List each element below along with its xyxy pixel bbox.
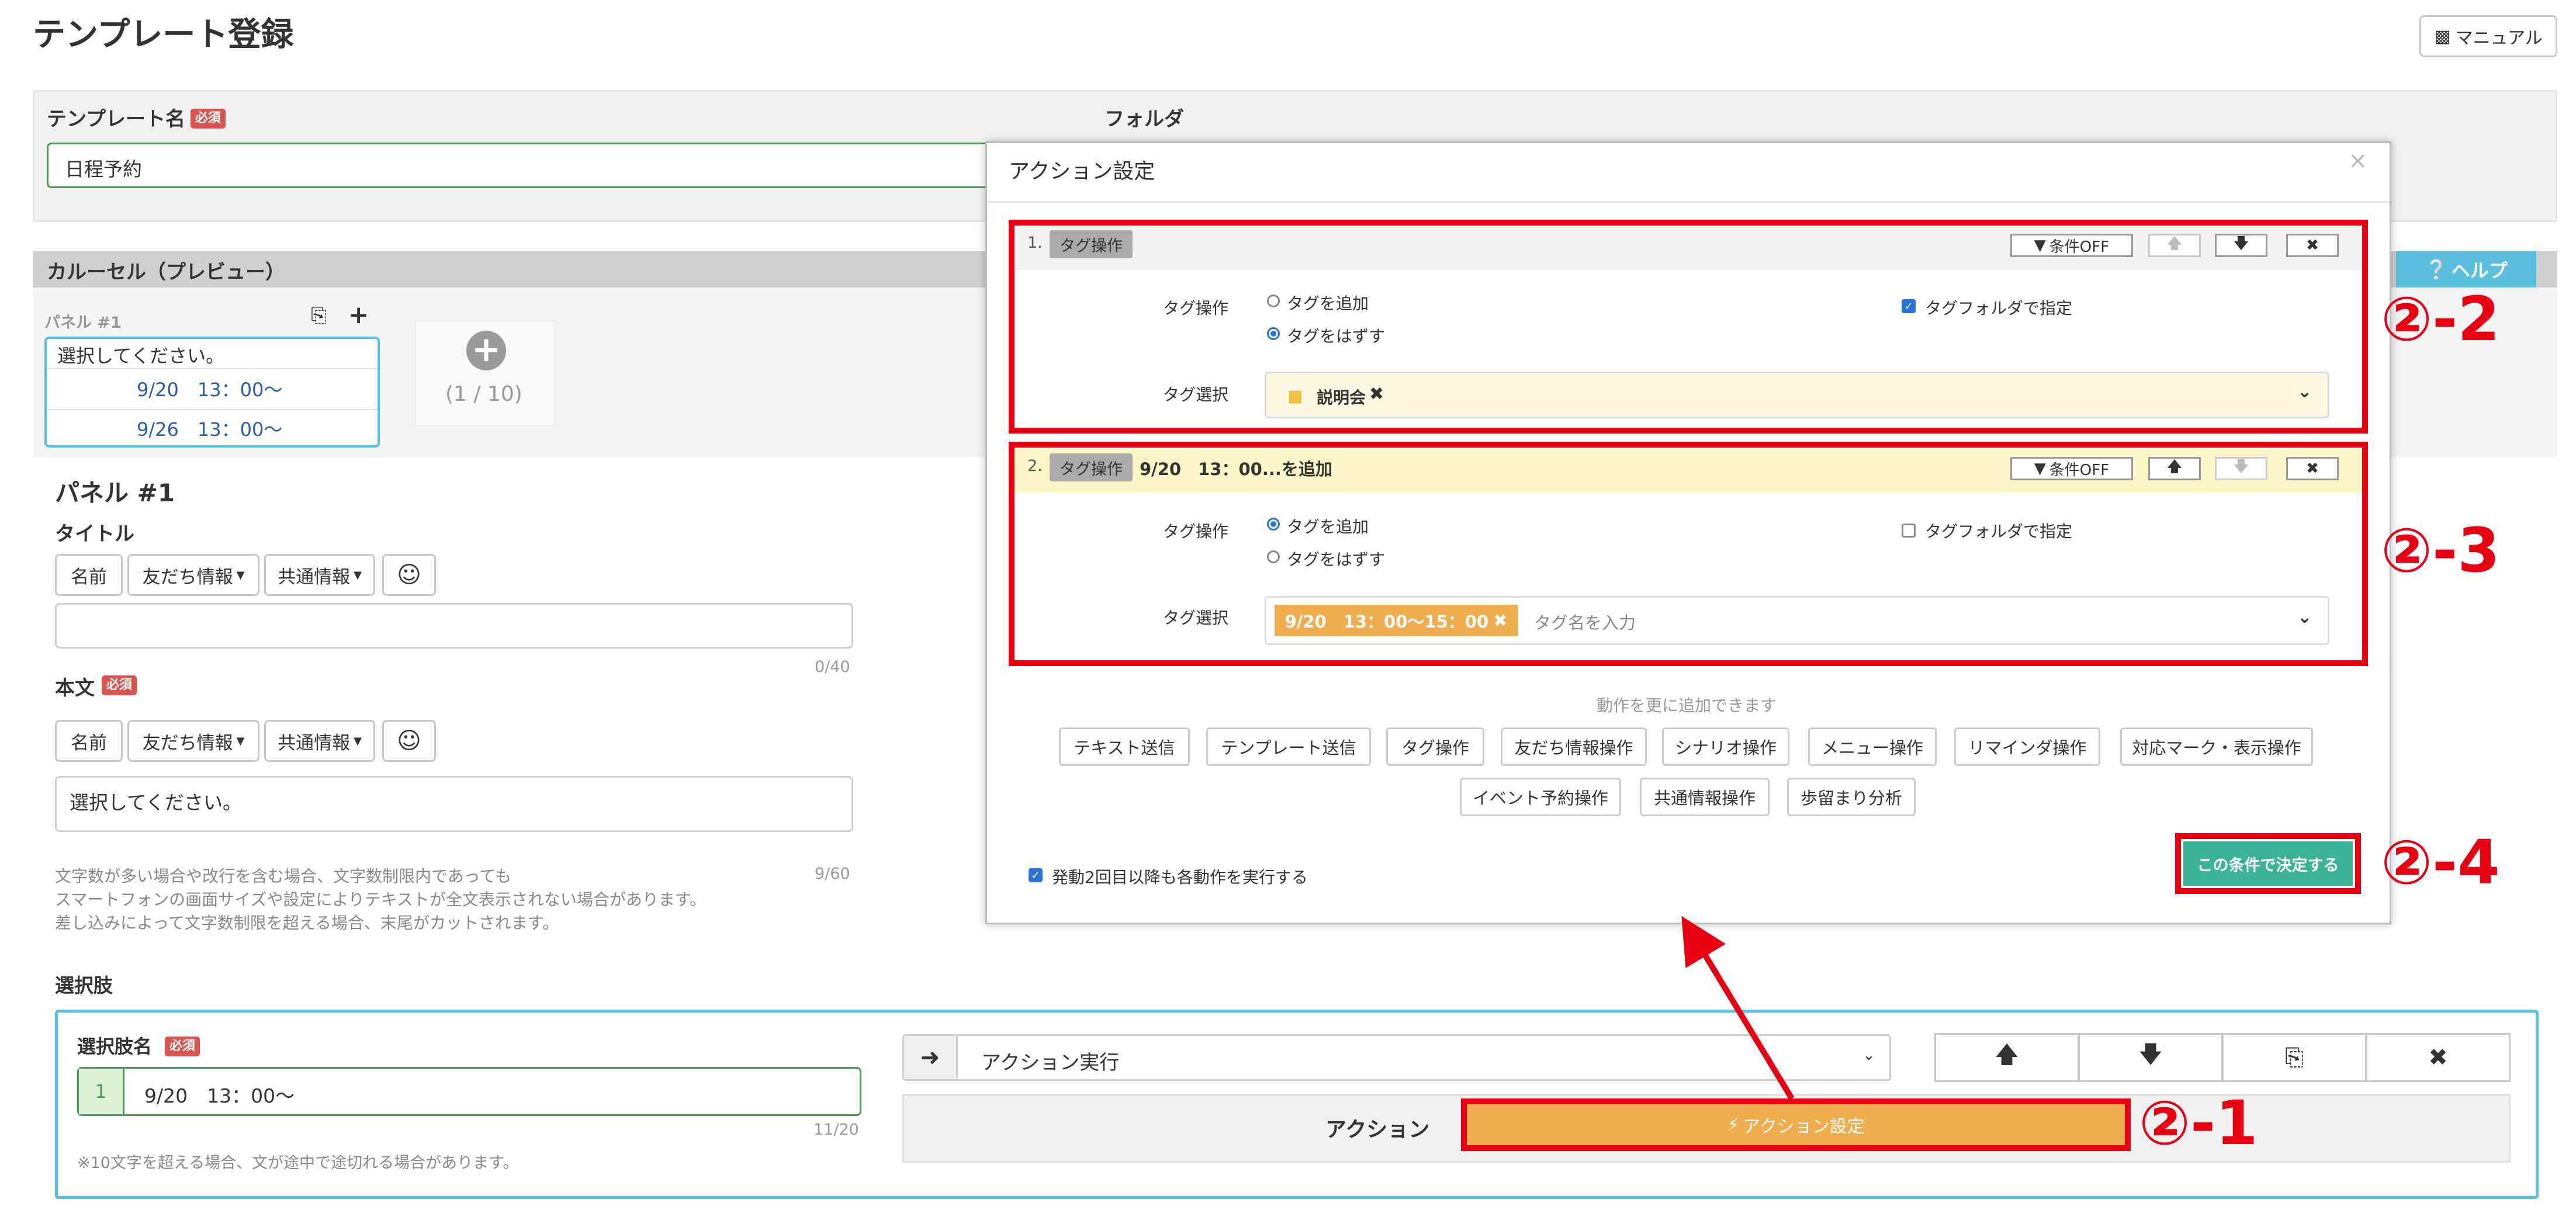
annotation-arrow <box>1681 916 1795 1100</box>
